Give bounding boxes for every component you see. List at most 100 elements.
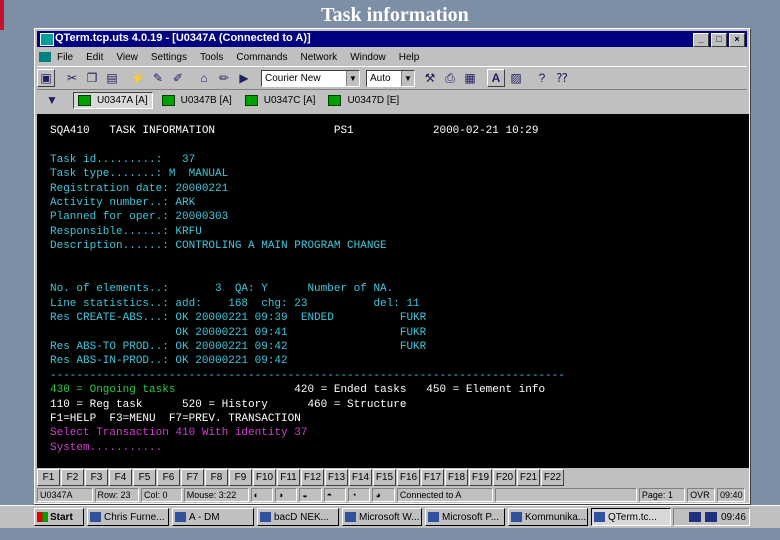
task-nek[interactable]: bacD NEK... <box>257 508 339 526</box>
pen-icon[interactable]: ✏ <box>215 69 233 87</box>
fkey-button-f8[interactable]: F8 <box>205 469 228 486</box>
fkey-button-f21[interactable]: F21 <box>517 469 540 486</box>
session-tab-label: U0347D [E] <box>347 94 400 106</box>
status-page: Page: 1 <box>638 488 686 502</box>
terminal-line: Res ABS-TO PROD..: OK 20000221 09:42 FUK… <box>50 341 427 353</box>
status-icon: ◒ <box>299 488 322 502</box>
fkey-button-f12[interactable]: F12 <box>301 469 324 486</box>
session-tab-a[interactable]: U0347A [A] <box>73 91 153 109</box>
system-tray: 09:46 <box>673 508 750 526</box>
disconnect-icon[interactable]: ✎ <box>149 69 167 87</box>
help-icon[interactable]: ? <box>533 69 551 87</box>
edit-icon[interactable]: ✐ <box>169 69 187 87</box>
fkey-button-f20[interactable]: F20 <box>493 469 516 486</box>
fkey-button-f7[interactable]: F7 <box>181 469 204 486</box>
task-label: Microsoft P... <box>442 511 500 523</box>
status-bar: U0347A Row: 23 Col: 0 Mouse: 3:22 ◐ ◑ ◒ … <box>37 488 747 502</box>
text-mode-button[interactable]: A <box>487 69 505 87</box>
windows-taskbar: Start Chris Furne... A - DM bacD NEK... … <box>0 505 780 528</box>
fkey-button-f14[interactable]: F14 <box>349 469 372 486</box>
play-icon[interactable]: ▶ <box>235 69 253 87</box>
menu-bar: File Edit View Settings Tools Commands N… <box>37 49 747 65</box>
image-icon[interactable]: ▨ <box>507 69 525 87</box>
connect-icon[interactable]: ⚡ <box>129 69 147 87</box>
task-kommunika[interactable]: Kommunika... <box>508 508 588 526</box>
app-icon[interactable] <box>40 33 54 46</box>
record-icon: ◕ <box>372 488 395 502</box>
menu-view[interactable]: View <box>116 52 138 63</box>
connected-icon <box>161 94 175 106</box>
terminal-line: Planned for oper.: 20000303 <box>50 211 229 224</box>
fkey-button-f19[interactable]: F19 <box>469 469 492 486</box>
menu-tools[interactable]: Tools <box>200 52 223 63</box>
menu-file[interactable]: File <box>57 52 73 63</box>
fkey-button-f6[interactable]: F6 <box>157 469 180 486</box>
menu-settings[interactable]: Settings <box>151 52 187 63</box>
start-button[interactable]: Start <box>34 508 84 526</box>
fkey-button-f2[interactable]: F2 <box>61 469 84 486</box>
size-select-value: Auto <box>370 72 391 84</box>
chevron-down-icon[interactable]: ▼ <box>346 70 359 86</box>
size-select[interactable]: Auto ▼ <box>366 69 415 87</box>
save-icon[interactable]: ▦ <box>461 69 479 87</box>
terminal-line: Line statistics..: add: 168 chg: 23 del:… <box>50 297 420 310</box>
menu-help[interactable]: Help <box>399 52 420 63</box>
font-select[interactable]: Courier New ▼ <box>261 69 360 87</box>
chevron-down-icon[interactable]: ▼ <box>401 70 414 86</box>
cut-icon[interactable]: ✂ <box>63 69 81 87</box>
task-label: QTerm.tc... <box>608 511 657 523</box>
fkey-button-f16[interactable]: F16 <box>397 469 420 486</box>
fkey-button-f3[interactable]: F3 <box>85 469 108 486</box>
fkey-button-f1[interactable]: F1 <box>37 469 60 486</box>
task-qterm[interactable]: QTerm.tc... <box>591 508 671 526</box>
terminal-line: F1=HELP F3=MENU F7=PREV. TRANSACTION <box>50 413 301 425</box>
session-menu-icon[interactable]: ▼ <box>43 91 61 109</box>
maximize-button[interactable]: □ <box>711 33 727 47</box>
status-session: U0347A <box>37 488 93 502</box>
fkey-button-f5[interactable]: F5 <box>133 469 156 486</box>
session-tab-c[interactable]: U0347C [A] <box>241 93 320 108</box>
print-icon[interactable]: ⎙ <box>441 69 459 87</box>
terminal-screen[interactable]: SQA410 TASK INFORMATION PS1 2000-02-21 1… <box>37 114 749 468</box>
terminal-line: No. of elements..: 3 QA: Y Number of NA. <box>50 283 394 296</box>
task-word[interactable]: Microsoft W... <box>342 508 422 526</box>
title-bar[interactable]: QTerm.tcp.uts 4.0.19 - [U0347A (Connecte… <box>37 31 747 47</box>
task-chris[interactable]: Chris Furne... <box>87 508 169 526</box>
task-dm[interactable]: A - DM <box>172 508 254 526</box>
fkey-button-f17[interactable]: F17 <box>421 469 444 486</box>
paste-icon[interactable]: ▤ <box>103 69 121 87</box>
fkey-button-f13[interactable]: F13 <box>325 469 348 486</box>
fkey-button-f18[interactable]: F18 <box>445 469 468 486</box>
copy-icon[interactable]: ❐ <box>83 69 101 87</box>
fkey-button-f9[interactable]: F9 <box>229 469 252 486</box>
task-powerpoint[interactable]: Microsoft P... <box>425 508 505 526</box>
menu-network[interactable]: Network <box>301 52 338 63</box>
windows-logo-icon <box>37 512 48 522</box>
fkey-button-f22[interactable]: F22 <box>541 469 564 486</box>
start-label: Start <box>50 511 73 523</box>
home-icon[interactable]: ⌂ <box>195 69 213 87</box>
menu-window[interactable]: Window <box>350 52 386 63</box>
menu-commands[interactable]: Commands <box>236 52 287 63</box>
minimize-button[interactable]: _ <box>693 33 709 47</box>
fkey-button-f15[interactable]: F15 <box>373 469 396 486</box>
close-button[interactable]: × <box>729 33 745 47</box>
session-tab-d[interactable]: U0347D [E] <box>324 93 403 108</box>
session-tab-label: U0347A [A] <box>97 94 148 106</box>
session-icon[interactable]: ▣ <box>37 69 55 87</box>
network-icon: ◓ <box>323 488 347 502</box>
network-tray-icon[interactable] <box>688 512 701 522</box>
fkey-button-f10[interactable]: F10 <box>253 469 276 486</box>
fkey-button-f4[interactable]: F4 <box>109 469 132 486</box>
fkey-button-f11[interactable]: F11 <box>277 469 300 486</box>
context-help-icon[interactable]: ⁇ <box>553 69 571 87</box>
document-icon[interactable] <box>39 52 51 62</box>
volume-tray-icon[interactable] <box>704 512 717 522</box>
outlook-icon <box>90 512 101 522</box>
settings-icon[interactable]: ⚒ <box>421 69 439 87</box>
status-ovr: OVR <box>687 488 716 502</box>
status-connection: Connected to A <box>396 488 493 502</box>
menu-edit[interactable]: Edit <box>86 52 103 63</box>
session-tab-b[interactable]: U0347B [A] <box>158 93 236 108</box>
task-label: A - DM <box>189 511 220 523</box>
